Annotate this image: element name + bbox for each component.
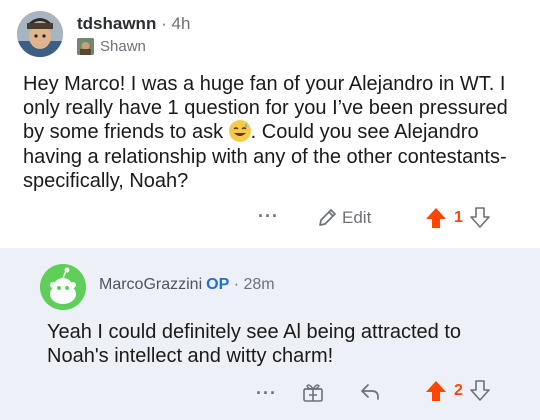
meta-separator: ·: [161, 14, 167, 33]
reply-arrow-icon[interactable]: [358, 380, 382, 404]
avatar-image-icon: [17, 11, 63, 57]
comment-actions: ···: [258, 206, 279, 227]
flair-image-icon: [77, 38, 94, 55]
reply-downvote-arrow-icon[interactable]: [469, 379, 491, 403]
pencil-icon: [319, 209, 336, 226]
edit-action: Edit: [316, 207, 371, 229]
op-badge: OP: [206, 276, 230, 293]
edit-button[interactable]: Edit: [316, 207, 371, 229]
vote-controls: 1: [424, 206, 491, 230]
comment-body: Hey Marco! I was a huge fan of your Alej…: [23, 72, 528, 193]
reply-more-actions: ···: [256, 383, 277, 404]
reply-vote-controls: 2: [424, 379, 491, 403]
sweat-smile-emoji-icon: [228, 120, 251, 143]
reply-username[interactable]: MarcoGrazzini: [99, 276, 202, 293]
flair-text: Shawn: [100, 38, 146, 55]
reply-body: Yeah I could definitely see Al being att…: [47, 321, 461, 368]
reply-timestamp: 28m: [243, 276, 275, 293]
thread-line: [0, 248, 1, 420]
snoo-avatar-icon: [40, 264, 86, 310]
reply-vote-count: 2: [454, 382, 463, 399]
user-flair: Shawn: [77, 38, 146, 55]
downvote-arrow-icon[interactable]: [469, 206, 491, 230]
edit-label: Edit: [342, 208, 372, 227]
meta-separator: ·: [233, 276, 240, 293]
gift-award-icon[interactable]: [301, 380, 325, 404]
comment-top: tdshawnn · 4h Shawn Hey Marco! I was a h…: [0, 0, 540, 248]
upvote-arrow-icon[interactable]: [424, 206, 448, 230]
comment-author-line: tdshawnn · 4h: [77, 14, 190, 34]
reply-action: [358, 380, 382, 404]
reply-upvote-arrow-icon[interactable]: [424, 379, 448, 403]
award-action: [301, 380, 325, 404]
timestamp: 4h: [171, 14, 191, 33]
reply-more-options-button[interactable]: ···: [256, 383, 277, 404]
more-options-button[interactable]: ···: [258, 206, 279, 227]
username[interactable]: tdshawnn: [77, 14, 156, 33]
reply-author-line: MarcoGrazzini OP · 28m: [99, 276, 275, 294]
reply-avatar[interactable]: [40, 264, 86, 310]
vote-count: 1: [454, 209, 463, 226]
user-avatar[interactable]: [17, 11, 63, 57]
